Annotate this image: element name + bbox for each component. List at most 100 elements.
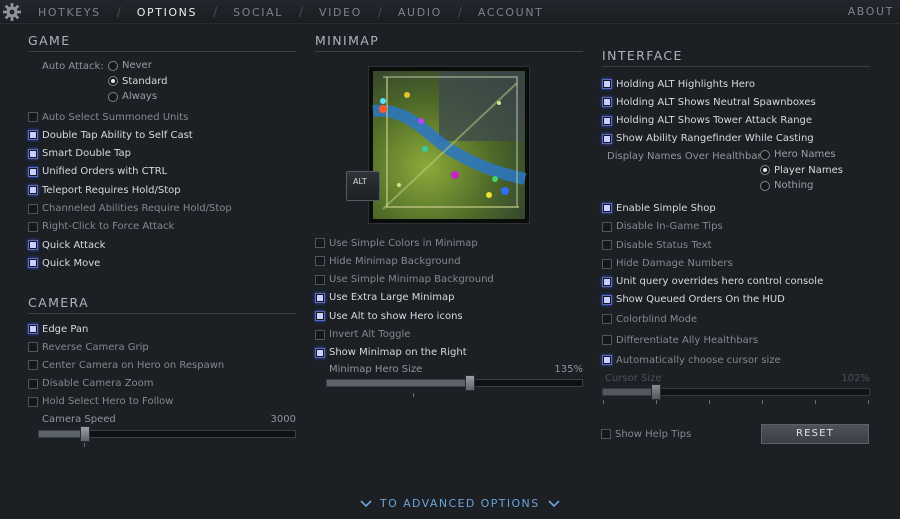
radio-button[interactable]: [108, 60, 118, 71]
checkbox-double-tap-ability-to-self-cast[interactable]: Double Tap Ability to Self Cast: [28, 128, 193, 142]
checkbox-box[interactable]: [602, 258, 612, 269]
checkbox-invert-alt-toggle[interactable]: Invert Alt Toggle: [315, 328, 410, 342]
radio-hero-names[interactable]: Hero Names: [760, 149, 836, 160]
checkbox-box[interactable]: [602, 294, 612, 305]
tab-options[interactable]: OPTIONS: [137, 6, 197, 19]
radio-nothing[interactable]: Nothing: [760, 180, 813, 191]
checkbox-box[interactable]: [28, 342, 38, 353]
checkbox-use-simple-colors-in-minimap[interactable]: Use Simple Colors in Minimap: [315, 236, 478, 250]
checkbox-box[interactable]: [602, 355, 612, 365]
checkbox-use-alt-to-show-hero-icons[interactable]: Use Alt to show Hero icons: [315, 309, 463, 323]
checkbox-box[interactable]: [315, 274, 325, 285]
checkbox-hide-damage-numbers[interactable]: Hide Damage Numbers: [602, 257, 733, 271]
radio-button[interactable]: [108, 76, 118, 86]
checkbox-smart-double-tap[interactable]: Smart Double Tap: [28, 147, 131, 161]
checkbox-hide-minimap-background[interactable]: Hide Minimap Background: [315, 254, 461, 268]
checkbox-box[interactable]: [602, 203, 612, 213]
checkbox-box[interactable]: [602, 133, 612, 144]
checkbox-box[interactable]: [28, 221, 38, 232]
checkbox-holding-alt-shows-tower-attack-range[interactable]: Holding ALT Shows Tower Attack Range: [602, 114, 812, 128]
checkbox-box[interactable]: [28, 166, 38, 177]
checkbox-disable-status-text[interactable]: Disable Status Text: [602, 238, 712, 252]
gear-icon[interactable]: [2, 2, 22, 22]
radio-button[interactable]: [760, 165, 770, 175]
radio-player-names[interactable]: Player Names: [760, 165, 843, 176]
checkbox-center-camera-on-hero-on-respawn[interactable]: Center Camera on Hero on Respawn: [28, 358, 224, 372]
checkbox-box[interactable]: [28, 148, 38, 159]
checkbox-holding-alt-shows-neutral-spawnboxes[interactable]: Holding ALT Shows Neutral Spawnboxes: [602, 95, 816, 109]
about-link[interactable]: ABOUT: [848, 5, 894, 18]
checkbox-unified-orders-with-ctrl[interactable]: Unified Orders with CTRL: [28, 165, 167, 179]
checkbox-box[interactable]: [602, 221, 612, 232]
checkbox-box[interactable]: [28, 360, 38, 371]
checkbox-teleport-requires-hold-stop[interactable]: Teleport Requires Hold/Stop: [28, 183, 181, 197]
checkbox-right-click-to-force-attack[interactable]: Right-Click to Force Attack: [28, 220, 174, 234]
checkbox-box[interactable]: [601, 429, 611, 439]
radio-standard[interactable]: Standard: [108, 76, 168, 87]
checkbox-show-minimap-on-the-right[interactable]: Show Minimap on the Right: [315, 346, 467, 360]
checkbox-box[interactable]: [602, 240, 612, 250]
camera-speed-thumb[interactable]: [80, 426, 91, 442]
checkbox-show-queued-orders-on-the-hud[interactable]: Show Queued Orders On the HUD: [602, 293, 785, 307]
checkbox-box[interactable]: [602, 115, 612, 126]
checkbox-use-extra-large-minimap[interactable]: Use Extra Large Minimap: [315, 291, 455, 305]
checkbox-unit-query-overrides-hero-control-console[interactable]: Unit query overrides hero control consol…: [602, 275, 823, 289]
checkbox-channeled-abilities-require-hold-stop[interactable]: Channeled Abilities Require Hold/Stop: [28, 202, 232, 216]
checkbox-colorblind-mode[interactable]: Colorblind Mode: [602, 312, 697, 326]
radio-button[interactable]: [108, 91, 118, 102]
checkbox-box[interactable]: [28, 203, 38, 214]
checkbox-box[interactable]: [28, 240, 38, 251]
checkbox-show-ability-rangefinder-while-casting[interactable]: Show Ability Rangefinder While Casting: [602, 132, 814, 146]
checkbox-box[interactable]: [315, 292, 325, 303]
checkbox-box[interactable]: [28, 378, 38, 389]
checkbox-label: Quick Move: [42, 257, 101, 269]
checkbox-box[interactable]: [28, 130, 38, 141]
show-help-tips-checkbox[interactable]: Show Help Tips: [601, 427, 691, 441]
tab-account[interactable]: ACCOUNT: [478, 6, 544, 19]
checkbox-box[interactable]: [315, 329, 325, 340]
checkbox-box[interactable]: [28, 258, 38, 269]
checkbox-box[interactable]: [602, 335, 612, 345]
radio-always[interactable]: Always: [108, 91, 157, 102]
checkbox-quick-attack[interactable]: Quick Attack: [28, 238, 105, 252]
checkbox-label: Quick Attack: [42, 239, 106, 251]
tab-video[interactable]: VIDEO: [319, 6, 362, 19]
checkbox-box[interactable]: [28, 185, 38, 196]
minimap-hero-size-slider[interactable]: [326, 375, 583, 391]
cursor-size-slider[interactable]: [602, 384, 870, 400]
radio-never[interactable]: Never: [108, 60, 152, 71]
checkbox-box[interactable]: [315, 238, 325, 248]
radio-button[interactable]: [760, 149, 770, 160]
advanced-options-link[interactable]: TO ADVANCED OPTIONS: [360, 497, 560, 510]
checkbox-box[interactable]: [315, 311, 325, 322]
checkbox-edge-pan[interactable]: Edge Pan: [28, 322, 88, 336]
camera-speed-slider[interactable]: [38, 426, 296, 442]
checkbox-use-simple-minimap-background[interactable]: Use Simple Minimap Background: [315, 273, 494, 287]
checkbox-box[interactable]: [315, 256, 325, 267]
checkbox-box[interactable]: [28, 112, 38, 122]
checkbox-holding-alt-highlights-hero[interactable]: Holding ALT Highlights Hero: [602, 77, 755, 91]
checkbox-quick-move[interactable]: Quick Move: [28, 256, 100, 270]
checkbox-differentiate-ally-healthbars[interactable]: Differentiate Ally Healthbars: [602, 333, 758, 347]
radio-button[interactable]: [760, 180, 770, 191]
minimap-hero-size-thumb[interactable]: [464, 375, 475, 391]
tab-hotkeys[interactable]: HOTKEYS: [38, 6, 101, 19]
checkbox-disable-in-game-tips[interactable]: Disable In-Game Tips: [602, 220, 723, 234]
checkbox-enable-simple-shop[interactable]: Enable Simple Shop: [602, 201, 716, 215]
checkbox-box[interactable]: [602, 314, 612, 324]
checkbox-hold-select-hero-to-follow[interactable]: Hold Select Hero to Follow: [28, 395, 173, 409]
checkbox-box[interactable]: [28, 324, 38, 334]
checkbox-box[interactable]: [602, 276, 612, 287]
checkbox-auto-select-summoned-units[interactable]: Auto Select Summoned Units: [28, 110, 188, 124]
checkbox-box[interactable]: [315, 347, 325, 358]
checkbox-box[interactable]: [28, 396, 38, 407]
checkbox-box[interactable]: [602, 79, 612, 89]
checkbox-reverse-camera-grip[interactable]: Reverse Camera Grip: [28, 340, 149, 354]
cursor-size-thumb[interactable]: [651, 384, 662, 400]
checkbox-disable-camera-zoom[interactable]: Disable Camera Zoom: [28, 377, 154, 391]
tab-social[interactable]: SOCIAL: [233, 6, 283, 19]
checkbox-box[interactable]: [602, 97, 612, 108]
checkbox-automatically-choose-cursor-size[interactable]: Automatically choose cursor size: [602, 353, 781, 367]
tab-audio[interactable]: AUDIO: [398, 6, 442, 19]
reset-button[interactable]: RESET: [761, 424, 869, 444]
